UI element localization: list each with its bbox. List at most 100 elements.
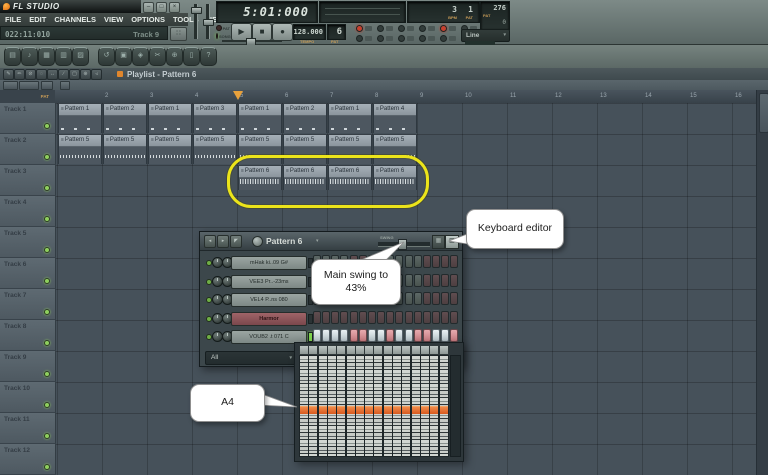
step-cell[interactable] — [431, 255, 440, 268]
step-cell[interactable] — [404, 329, 413, 343]
track-led-icon[interactable] — [44, 464, 50, 470]
zoom-button[interactable]: ⊕ — [166, 47, 183, 66]
step-cell[interactable] — [413, 273, 422, 287]
step-cell[interactable] — [322, 329, 331, 343]
step-cell[interactable] — [395, 329, 404, 343]
clip-pattern-1[interactable]: ≡Pattern 1 — [58, 104, 102, 133]
step-cell[interactable] — [441, 310, 450, 324]
note-a4-highlight[interactable] — [374, 406, 383, 414]
step-cell[interactable] — [367, 329, 376, 343]
note-a4-highlight[interactable] — [337, 406, 346, 414]
track-led-icon[interactable] — [44, 185, 50, 191]
clip-pattern-5[interactable]: ≡Pattern 5 — [58, 135, 102, 164]
keyboard-step-header[interactable] — [438, 345, 449, 355]
step-cell[interactable] — [386, 329, 395, 343]
step-cell[interactable] — [386, 310, 395, 324]
keyboard-editor-button[interactable]: ▥ — [445, 235, 459, 249]
paint-tool[interactable]: ✏ — [14, 69, 25, 80]
step-cell[interactable] — [349, 310, 358, 324]
rack-detach-button[interactable]: ◤ — [230, 235, 242, 248]
step-cell[interactable] — [340, 310, 349, 324]
channel-button[interactable]: Harmor — [231, 311, 307, 326]
record-button[interactable]: ● — [272, 23, 293, 41]
step-cell[interactable] — [450, 255, 459, 268]
clip-pattern-5[interactable]: ≡Pattern 5 — [148, 135, 192, 164]
pat-song-switch[interactable]: PAT SONG — [216, 24, 231, 40]
track-header-10[interactable]: Track 10 — [0, 382, 56, 413]
rec-option-11[interactable] — [440, 35, 456, 42]
rec-option-9[interactable] — [398, 35, 414, 42]
shuffle-slider[interactable] — [222, 38, 282, 46]
cut-button[interactable]: ✂ — [149, 47, 166, 66]
menu-view[interactable]: VIEW — [104, 15, 123, 24]
undo-button[interactable]: ↺ — [98, 47, 115, 66]
channel-rack-titlebar[interactable]: ◂ ▸ ◤ Pattern 6 ▾ SWING ▦ ▥ — [200, 232, 462, 251]
keyboard-panel-button[interactable]: ♪ — [21, 47, 38, 66]
track-led-icon[interactable] — [44, 402, 50, 408]
pattern-display[interactable]: 6 — [327, 24, 346, 40]
track-header-9[interactable]: Track 9 — [0, 351, 56, 382]
menu-file[interactable]: FILE — [5, 15, 21, 24]
note-a4-highlight[interactable] — [420, 406, 429, 414]
keyboard-strip[interactable] — [438, 355, 449, 457]
track-led-icon[interactable] — [44, 371, 50, 377]
menu-edit[interactable]: EDIT — [29, 15, 46, 24]
playlist-snap-button[interactable] — [19, 81, 39, 90]
step-cell[interactable] — [322, 310, 331, 324]
zoom-tool[interactable]: ⊕ — [80, 69, 91, 80]
step-cell[interactable] — [404, 310, 413, 324]
note-a4-highlight[interactable] — [402, 406, 411, 414]
note-a4-highlight[interactable] — [300, 406, 308, 414]
slice-tool[interactable]: ∕ — [58, 69, 69, 80]
step-cell[interactable] — [422, 292, 431, 306]
step-cell[interactable] — [450, 273, 459, 287]
note-a4-highlight[interactable] — [318, 406, 327, 414]
track-header-1[interactable]: Track 1 — [0, 103, 56, 134]
track-header-12[interactable]: Track 12 — [0, 444, 56, 475]
track-led-icon[interactable] — [44, 216, 50, 222]
step-cell[interactable] — [431, 273, 440, 287]
step-cell[interactable] — [377, 329, 386, 343]
step-cell[interactable] — [404, 273, 413, 287]
step-cell[interactable] — [441, 255, 450, 268]
step-cell[interactable] — [441, 292, 450, 306]
note-a4-highlight[interactable] — [355, 406, 364, 414]
track-header-6[interactable]: Track 6 — [0, 258, 56, 289]
step-cell[interactable] — [450, 292, 459, 306]
step-cell[interactable] — [413, 329, 422, 343]
step-cell[interactable] — [422, 310, 431, 324]
step-cell[interactable] — [431, 292, 440, 306]
playlist-scrollbar[interactable] — [756, 90, 768, 475]
step-cell[interactable] — [404, 255, 413, 268]
step-cell[interactable] — [313, 329, 321, 343]
step-cell[interactable] — [349, 329, 358, 343]
track-led-icon[interactable] — [44, 123, 50, 129]
channel-button[interactable]: VEE3 Pr..-23ms — [231, 274, 307, 289]
step-cell[interactable] — [441, 273, 450, 287]
track-led-icon[interactable] — [44, 154, 50, 160]
step-cell[interactable] — [422, 255, 431, 268]
step-cell[interactable] — [358, 310, 367, 324]
clip-pattern-3[interactable]: ≡Pattern 3 — [193, 104, 237, 133]
note-a4-highlight[interactable] — [439, 406, 448, 414]
note-a4-highlight[interactable] — [383, 406, 392, 414]
minimize-button[interactable]: – — [143, 2, 154, 13]
step-cell[interactable] — [377, 310, 386, 324]
clip-pattern-2[interactable]: ≡Pattern 2 — [103, 104, 147, 133]
mixer-panel-button[interactable]: ▦ — [38, 47, 55, 66]
playlist-panel-button[interactable]: ▨ — [72, 47, 89, 66]
volume-slider-handle[interactable] — [191, 7, 202, 14]
draw-tool[interactable]: ✎ — [3, 69, 14, 80]
step-cell[interactable] — [395, 310, 404, 324]
pattern-panel-button[interactable]: ▤ — [4, 47, 21, 66]
playlist-menu-button[interactable] — [3, 81, 18, 90]
rec-option-1[interactable] — [356, 25, 372, 32]
swing-slider-handle[interactable] — [398, 239, 407, 250]
step-cell[interactable] — [413, 310, 422, 324]
timeline-ruler[interactable]: 2 3 4 5 6 7 8 9 10 11 12 13 14 15 16 — [55, 90, 756, 104]
track-header-5[interactable]: Track 5 — [0, 227, 56, 258]
note-a4-highlight[interactable] — [411, 406, 420, 414]
track-header-2[interactable]: Track 2 — [0, 134, 56, 165]
chevron-down-icon[interactable]: ▾ — [316, 238, 319, 244]
clip-pattern-5[interactable]: ≡Pattern 5 — [193, 135, 237, 164]
